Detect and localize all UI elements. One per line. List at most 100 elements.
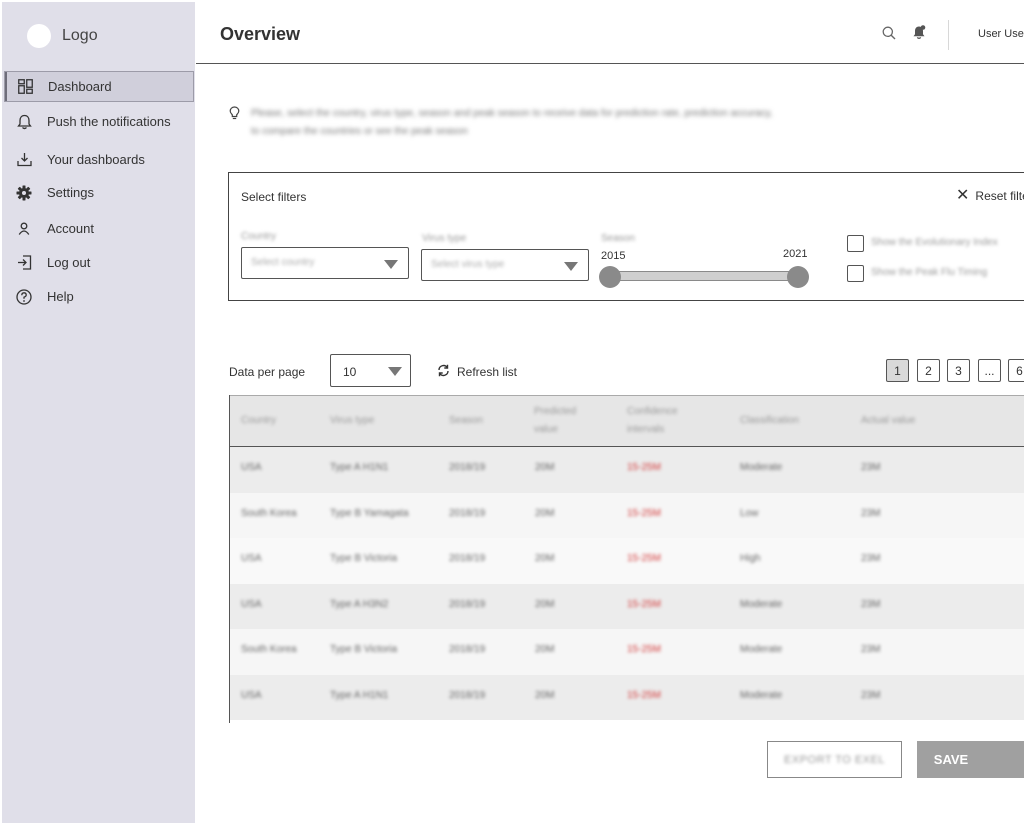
table-row[interactable]: USA Type A H3N2 2018/19 20M 15-25M Moder… xyxy=(230,583,1024,629)
export-label: EXPORT TO EXEL xyxy=(784,753,885,766)
cell-predicted-value: 20M xyxy=(535,644,555,655)
cell-actual-value: 23M xyxy=(861,644,881,655)
save-button[interactable]: SAVE xyxy=(917,741,1024,778)
cell-classification: Low xyxy=(740,507,759,519)
data-per-page-select[interactable]: 10 xyxy=(330,354,411,387)
data-per-page-value: 10 xyxy=(343,365,357,379)
season-slider-min-handle[interactable] xyxy=(599,266,621,288)
cell-predicted-value: 20M xyxy=(535,462,555,473)
cell-predicted-value: 20M xyxy=(535,689,555,701)
cell-country: USA xyxy=(241,553,262,564)
country-placeholder: Select country xyxy=(251,257,315,268)
sidebar-item-logout[interactable]: Log out xyxy=(4,247,194,278)
sidebar-item-dashboard[interactable]: Dashboard xyxy=(4,71,194,102)
column-header[interactable]: Confidence intervals xyxy=(627,403,697,439)
close-icon: ✕ xyxy=(956,187,970,204)
evolutionary-index-label: Show the Evolutionary Index xyxy=(871,237,998,248)
column-header[interactable]: Virus type xyxy=(330,412,374,430)
page-button-ellipsis[interactable]: ... xyxy=(978,359,1001,382)
cell-season: 2018/19 xyxy=(449,507,486,519)
page-button-6[interactable]: 6 xyxy=(1008,359,1024,382)
cell-confidence-interval: 15-25M xyxy=(627,462,661,473)
logo: Logo xyxy=(27,24,98,48)
user-icon xyxy=(16,221,32,237)
virus-type-select[interactable]: Select virus type xyxy=(421,249,589,281)
column-header[interactable]: Season xyxy=(449,412,483,430)
season-slider-track[interactable] xyxy=(601,271,791,281)
page-button-1[interactable]: 1 xyxy=(886,359,909,382)
refresh-list-button[interactable]: Refresh list xyxy=(437,364,517,380)
chevron-down-icon xyxy=(564,262,578,271)
sidebar-item-label: Help xyxy=(47,289,74,304)
peak-flu-timing-label: Show the Peak Flu Timing xyxy=(871,267,988,278)
page-button-3[interactable]: 3 xyxy=(947,359,970,382)
virus-type-label: Virus type xyxy=(422,233,467,244)
save-label: SAVE xyxy=(933,752,969,767)
cell-country: USA xyxy=(241,462,262,473)
export-to-excel-button[interactable]: EXPORT TO EXEL xyxy=(767,741,902,778)
reset-filters-button[interactable]: ✕ Reset filters xyxy=(956,187,1024,204)
country-select[interactable]: Select country xyxy=(241,247,409,279)
cell-classification: Moderate xyxy=(740,644,783,655)
table-row[interactable]: South Korea Type B Victoria 2018/19 20M … xyxy=(230,629,1024,675)
sidebar-item-label: Settings xyxy=(47,185,94,200)
cell-season: 2018/19 xyxy=(449,644,486,655)
cell-confidence-interval: 15-25M xyxy=(627,644,661,655)
data-per-page-label: Data per page xyxy=(229,365,306,379)
peak-flu-timing-checkbox[interactable] xyxy=(847,265,864,282)
refresh-list-label: Refresh list xyxy=(457,365,518,379)
virus-type-placeholder: Select virus type xyxy=(431,259,505,270)
table-row[interactable]: USA Type B Victoria 2018/19 20M 15-25M H… xyxy=(230,538,1024,584)
cell-country: USA xyxy=(241,689,262,701)
column-header[interactable]: Country xyxy=(241,412,276,430)
evolutionary-index-checkbox[interactable] xyxy=(847,235,864,252)
sidebar-item-label: Log out xyxy=(47,255,91,270)
cell-virus-type: Type A H3N2 xyxy=(330,598,389,610)
season-slider-max-handle[interactable] xyxy=(787,266,809,288)
lightbulb-icon xyxy=(229,106,240,125)
header-divider xyxy=(948,20,949,50)
sidebar-item-your-dashboards[interactable]: Your dashboards xyxy=(4,144,194,175)
page-button-2[interactable]: 2 xyxy=(917,359,940,382)
cell-classification: Moderate xyxy=(740,462,783,473)
table-row[interactable]: USA Type A H1N1 2018/19 20M 15-25M Moder… xyxy=(230,674,1024,720)
dashboard-icon xyxy=(17,79,33,95)
column-header[interactable]: Predicted value xyxy=(534,403,596,439)
cell-virus-type: Type B Yamagata xyxy=(330,507,409,519)
cell-actual-value: 23M xyxy=(861,598,881,610)
cell-confidence-interval: 15-25M xyxy=(627,689,661,701)
logout-icon xyxy=(16,255,32,271)
cell-confidence-interval: 15-25M xyxy=(627,553,661,564)
cell-confidence-interval: 15-25M xyxy=(627,507,661,519)
cell-season: 2018/19 xyxy=(449,689,486,701)
data-table: Country Virus type Season Predicted valu… xyxy=(229,395,1024,723)
sidebar-item-account[interactable]: Account xyxy=(4,213,194,244)
sidebar-item-notifications[interactable]: Push the notifications xyxy=(4,106,194,137)
sidebar-item-help[interactable]: Help xyxy=(4,281,194,312)
logo-circle xyxy=(27,24,51,48)
sidebar-item-settings[interactable]: Settings xyxy=(4,177,194,208)
user-name[interactable]: User User xyxy=(978,28,1024,40)
top-header: Overview User User xyxy=(196,2,1024,64)
notification-bell-icon[interactable] xyxy=(912,25,926,45)
cell-virus-type: Type A H1N1 xyxy=(330,689,389,701)
logo-text: Logo xyxy=(62,27,98,44)
info-text-line1: Please, select the country, virus type, … xyxy=(251,108,773,119)
cell-actual-value: 23M xyxy=(861,689,881,701)
chevron-down-icon xyxy=(388,367,402,376)
column-header[interactable]: Actual value xyxy=(861,412,915,430)
search-icon[interactable] xyxy=(882,26,896,45)
chevron-down-icon xyxy=(384,260,398,269)
table-row[interactable]: South Korea Type B Yamagata 2018/19 20M … xyxy=(230,492,1024,538)
season-label: Season xyxy=(601,233,635,244)
sidebar: Logo Dashboard Push the notifications Yo… xyxy=(2,2,195,823)
gear-icon xyxy=(16,185,32,201)
sidebar-item-label: Account xyxy=(47,221,94,236)
cell-virus-type: Type B Victoria xyxy=(330,644,398,655)
column-header[interactable]: Classification xyxy=(740,412,799,430)
cell-country: South Korea xyxy=(241,644,297,655)
filters-panel: Select filters ✕ Reset filters Country S… xyxy=(228,172,1024,301)
table-row[interactable]: USA Type A H1N1 2018/19 20M 15-25M Moder… xyxy=(230,447,1024,493)
bell-icon xyxy=(16,114,32,130)
reset-filters-label: Reset filters xyxy=(975,189,1024,203)
